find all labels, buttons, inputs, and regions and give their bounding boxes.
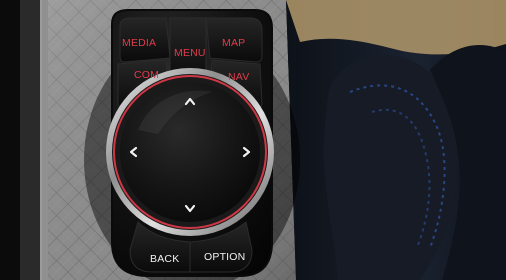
nav-button-label: NAV <box>228 71 249 83</box>
seat-bolster <box>323 55 458 280</box>
com-button-label: COM <box>134 69 159 81</box>
scene-illustration: MEDIA MENU MAP COM NAV BACK OPTION <box>0 0 506 280</box>
left-trim <box>20 0 42 280</box>
map-button-label: MAP <box>222 37 245 49</box>
back-button-label: BACK <box>150 253 179 265</box>
menu-button-label: MENU <box>174 47 206 59</box>
controller-knob[interactable] <box>120 82 260 222</box>
option-button-label: OPTION <box>204 251 245 263</box>
idrive-controller-photo: MEDIA MENU MAP COM NAV BACK OPTION <box>0 0 506 280</box>
media-button-label: MEDIA <box>122 37 156 49</box>
